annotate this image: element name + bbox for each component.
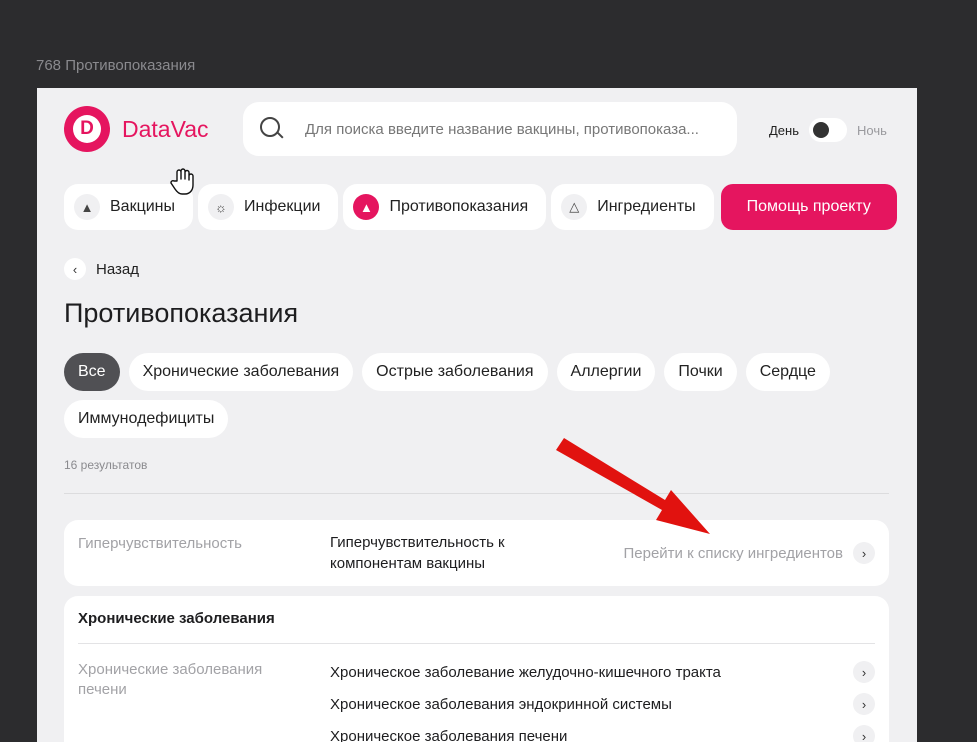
filter-chip-acute[interactable]: Острые заболевания: [362, 353, 548, 391]
card-description-line: Гиперчувствительность к: [330, 534, 505, 551]
annotation-arrow-icon: [556, 438, 710, 534]
results-count: 16 результатов: [64, 458, 148, 472]
back-link[interactable]: ‹ Назад: [64, 258, 139, 280]
filter-chip-chronic[interactable]: Хронические заболевания: [128, 353, 354, 391]
frame-label: 768 Противопоказания: [36, 57, 196, 74]
list-item-label: Хроническое заболевания эндокринной сист…: [330, 695, 672, 713]
hand-cursor-icon: [170, 168, 194, 195]
search-input[interactable]: [303, 119, 727, 139]
theme-switch: День Ночь: [769, 118, 887, 142]
theme-toggle[interactable]: [809, 118, 847, 142]
theme-night-label: Ночь: [857, 122, 887, 138]
group-divider: [78, 643, 875, 644]
chevron-right-icon: ›: [853, 693, 875, 715]
vial-icon: ▲: [74, 194, 100, 220]
card-description: Гиперчувствительность к компонентам вакц…: [330, 532, 505, 574]
filter-chip-immunodeficiency[interactable]: Иммунодефициты: [64, 400, 229, 438]
group-title: Хронические заболевания: [78, 610, 275, 627]
contraindication-card: Гиперчувствительность Гиперчувствительно…: [64, 520, 889, 586]
divider: [64, 493, 889, 494]
flask-icon: △: [561, 194, 588, 220]
search-bar[interactable]: [243, 102, 737, 156]
filter-chip-kidneys[interactable]: Почки: [664, 353, 737, 391]
brand-name: DataVac: [122, 115, 209, 142]
chevron-right-icon: ›: [853, 725, 875, 742]
vial-icon: ▲: [353, 194, 380, 220]
card-category: Гиперчувствительность: [78, 535, 242, 552]
brand-logo[interactable]: D DataVac: [64, 106, 209, 152]
list-item[interactable]: Хроническое заболевание желудочно-кишечн…: [330, 660, 875, 684]
nav-item-label: Противопоказания: [389, 198, 529, 215]
logo-mark-letter: D: [80, 118, 94, 139]
nav-item-infections[interactable]: ☼ Инфекции: [198, 184, 339, 230]
group-category: Хронические заболевания печени: [78, 660, 262, 700]
filter-chip-heart[interactable]: Сердце: [745, 353, 830, 391]
filter-chip-all[interactable]: Все: [64, 353, 120, 391]
chronic-diseases-group: Хронические заболевания Хронические забо…: [64, 596, 889, 742]
nav-item-label: Инфекции: [244, 198, 321, 215]
filter-chips: Все Хронические заболевания Острые забол…: [64, 353, 844, 438]
nav-item-label: Вакцины: [110, 198, 176, 215]
page-title: Противопоказания: [64, 298, 299, 328]
logo-icon: D: [64, 106, 110, 152]
chevron-right-icon: ›: [853, 661, 875, 683]
filter-chip-allergies[interactable]: Аллергии: [556, 353, 656, 391]
group-category-line: Хронические заболевания: [78, 661, 263, 678]
theme-day-label: День: [769, 122, 799, 138]
virus-icon: ☼: [208, 194, 235, 220]
list-item-label: Хроническое заболевание желудочно-кишечн…: [330, 663, 721, 681]
support-project-button[interactable]: Помощь проекту: [720, 184, 897, 230]
chevron-left-icon: ‹: [64, 258, 86, 280]
ingredients-link-label: Перейти к списку ингредиентов: [623, 544, 844, 562]
group-category-line: печени: [78, 681, 127, 698]
list-item[interactable]: Хроническое заболевания эндокринной сист…: [330, 692, 875, 716]
search-icon: [259, 116, 285, 142]
back-label: Назад: [96, 260, 139, 278]
chevron-right-icon: ›: [853, 542, 875, 564]
card-description-line: компонентам вакцины: [330, 555, 486, 572]
list-item-label: Хроническое заболевания печени: [330, 727, 568, 742]
nav-item-contraindications[interactable]: ▲ Противопоказания: [343, 184, 547, 230]
nav-item-ingredients[interactable]: △ Ингредиенты: [551, 184, 714, 230]
list-item[interactable]: Хроническое заболевания печени ›: [330, 724, 875, 742]
nav-item-label: Ингредиенты: [597, 198, 696, 215]
